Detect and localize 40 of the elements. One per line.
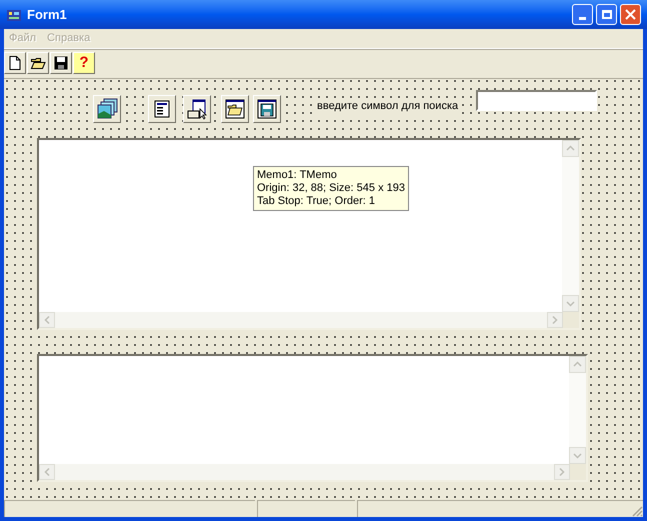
floppy-window-icon <box>255 97 279 121</box>
scroll-right-icon[interactable] <box>554 464 570 480</box>
vertical-scrollbar[interactable] <box>562 140 579 312</box>
scroll-left-icon[interactable] <box>39 464 55 480</box>
component-tile[interactable] <box>183 95 211 123</box>
open-folder-icon <box>30 55 46 71</box>
save-button[interactable] <box>50 52 72 74</box>
scroll-up-icon[interactable] <box>569 356 586 373</box>
dialog-window-icon <box>185 97 209 121</box>
folder-window-icon <box>223 97 247 121</box>
scroll-up-icon[interactable] <box>562 140 579 157</box>
tooltip-line: Tab Stop: True; Order: 1 <box>257 195 376 208</box>
scrollbar-corner <box>570 464 586 480</box>
horizontal-scrollbar[interactable] <box>39 312 563 328</box>
resize-grip-icon[interactable] <box>631 505 643 517</box>
help-button[interactable]: ? <box>73 52 95 74</box>
close-button[interactable] <box>620 4 641 25</box>
image-stack-icon <box>95 97 119 121</box>
close-icon <box>625 9 636 20</box>
maximize-button[interactable] <box>596 4 617 25</box>
window-title: Form1 <box>27 6 67 24</box>
new-document-icon <box>7 55 23 71</box>
tooltip-line: Memo1: TMemo <box>257 169 338 182</box>
horizontal-scrollbar[interactable] <box>39 464 570 480</box>
component-tile[interactable] <box>221 95 249 123</box>
tooltip-line: Origin: 32, 88; Size: 545 x 193 <box>257 182 405 195</box>
new-button[interactable] <box>4 52 26 74</box>
open-button[interactable] <box>27 52 49 74</box>
component-tile[interactable] <box>253 95 281 123</box>
scroll-down-icon[interactable] <box>569 447 586 464</box>
scroll-left-icon[interactable] <box>39 312 55 328</box>
component-tile[interactable] <box>93 95 121 123</box>
vertical-scrollbar[interactable] <box>569 356 586 464</box>
search-field[interactable] <box>476 90 597 111</box>
scroll-down-icon[interactable] <box>562 295 579 312</box>
minimize-button[interactable] <box>572 4 593 25</box>
component-tile[interactable] <box>148 95 176 123</box>
scroll-right-icon[interactable] <box>547 312 563 328</box>
memo-text-area[interactable] <box>37 138 581 330</box>
scrollbar-corner <box>563 312 579 328</box>
